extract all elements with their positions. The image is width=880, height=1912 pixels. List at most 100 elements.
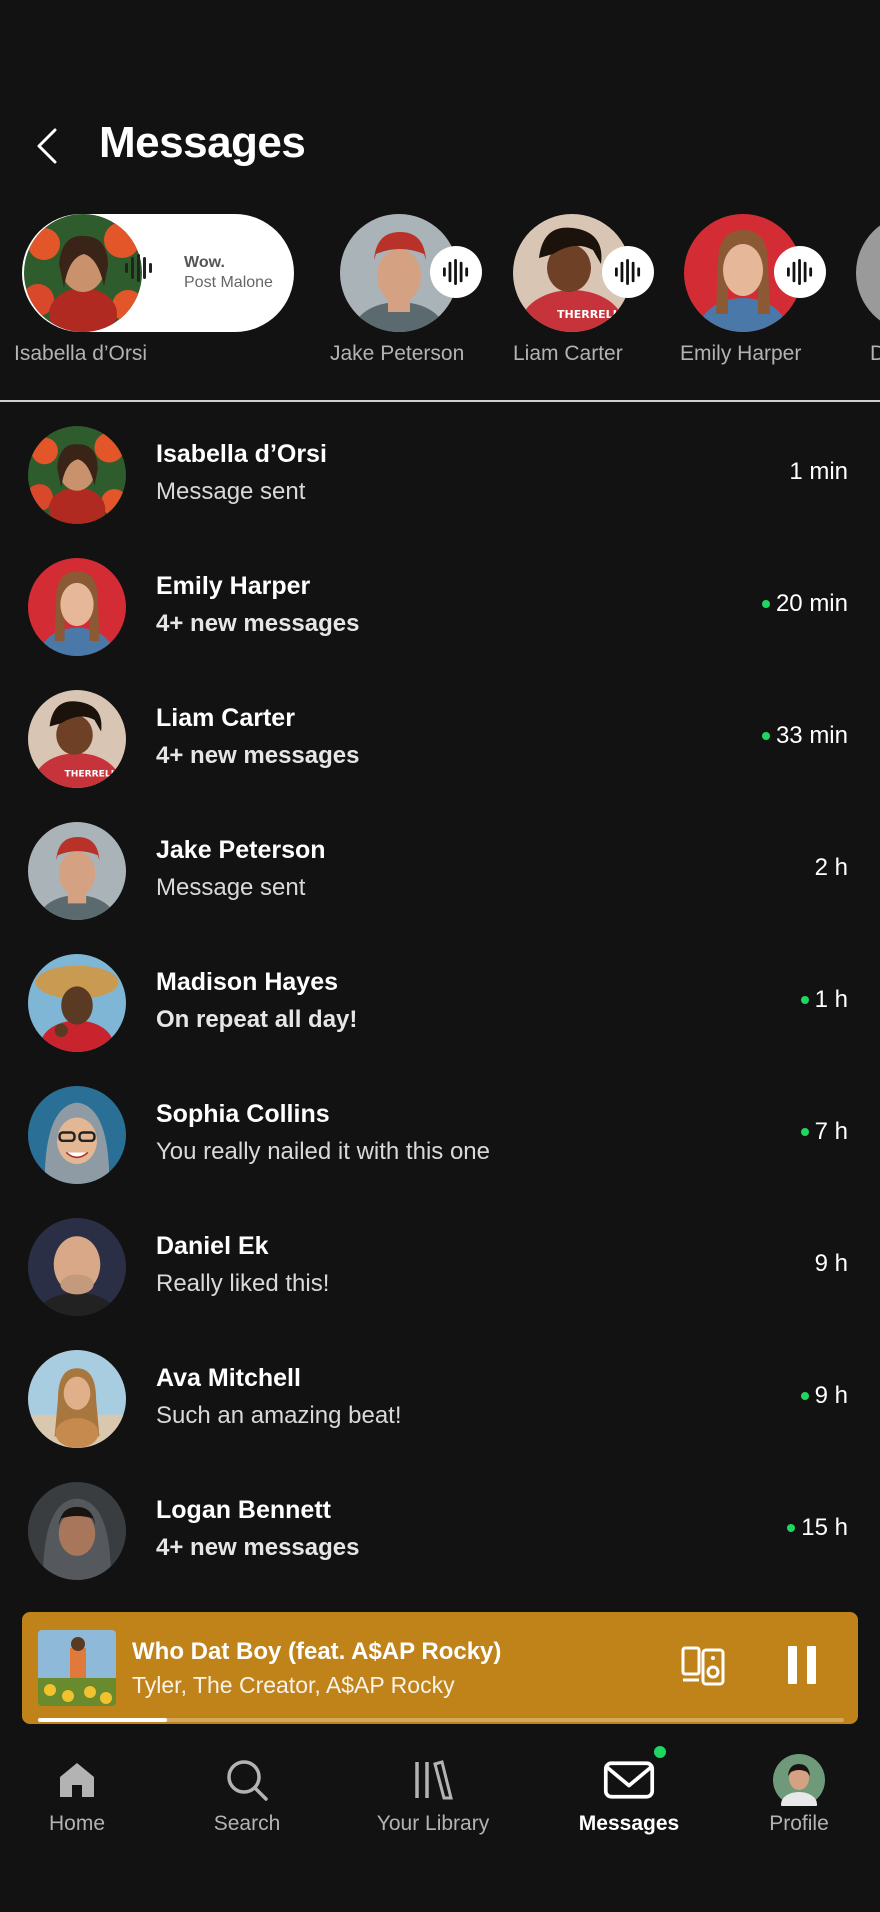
message-list: Isabella d’Orsi Message sent 1 min Emily… xyxy=(0,416,880,1604)
time-text: 9 h xyxy=(814,1250,848,1277)
message-preview: 4+ new messages xyxy=(156,610,360,637)
story-name: Jake Peterson xyxy=(330,342,465,365)
svg-text:THERRELL: THERRELL xyxy=(557,308,620,321)
voice-badge xyxy=(774,246,826,298)
soundwave-icon xyxy=(787,259,813,285)
message-preview: Really liked this! xyxy=(156,1270,330,1297)
nav-label: Messages xyxy=(578,1812,680,1835)
message-row[interactable]: Isabella d’Orsi Message sent 1 min xyxy=(0,416,880,548)
bottom-nav: Home Search Your Library Messages Profil… xyxy=(0,1740,880,1912)
avatar xyxy=(773,1754,825,1806)
message-preview: On repeat all day! xyxy=(156,1006,358,1033)
unread-dot xyxy=(761,732,770,740)
time-text: 20 min xyxy=(775,590,848,617)
contact-name: Jake Peterson xyxy=(156,836,326,864)
avatar xyxy=(28,1086,126,1184)
story-partial[interactable]: D xyxy=(850,212,880,382)
contact-name: Daniel Ek xyxy=(156,1232,269,1260)
search-icon xyxy=(221,1754,273,1806)
message-time: 15 h xyxy=(787,1514,848,1542)
nav-home[interactable]: Home xyxy=(2,1740,152,1850)
message-row[interactable]: Madison Hayes On repeat all day! 1 h xyxy=(0,944,880,1076)
message-preview: 4+ new messages xyxy=(156,742,360,769)
back-button[interactable] xyxy=(26,122,66,170)
home-icon xyxy=(51,1754,103,1806)
unread-dot xyxy=(800,996,809,1004)
avatar xyxy=(856,214,880,332)
story-artist: Post Malone xyxy=(184,274,273,291)
time-text: 33 min xyxy=(775,722,848,749)
story-name: Isabella d’Orsi xyxy=(14,342,148,365)
message-time: 1 min xyxy=(789,458,848,486)
avatar xyxy=(28,954,126,1052)
time-text: 2 h xyxy=(814,854,848,881)
unread-dot xyxy=(787,1524,796,1532)
message-row[interactable]: Daniel Ek Really liked this! 9 h xyxy=(0,1208,880,1340)
contact-name: Isabella d’Orsi xyxy=(156,440,327,468)
speaker-device-icon xyxy=(681,1646,725,1686)
soundwave-icon xyxy=(125,254,152,282)
contact-name: Logan Bennett xyxy=(156,1496,331,1524)
avatar xyxy=(28,822,126,920)
message-time: 1 h xyxy=(800,986,848,1014)
avatar xyxy=(28,558,126,656)
voice-badge xyxy=(602,246,654,298)
time-text: 9 h xyxy=(814,1382,848,1409)
message-time: 33 min xyxy=(761,722,848,750)
story-name: Emily Harper xyxy=(680,342,802,365)
avatar xyxy=(28,426,126,524)
story-active[interactable]: Wow. Post Malone Isabella d’Orsi xyxy=(0,212,300,382)
progress-fill xyxy=(38,1718,167,1722)
nav-messages[interactable]: Messages xyxy=(554,1740,704,1850)
unread-dot xyxy=(800,1128,809,1136)
connect-device-button[interactable] xyxy=(680,1644,726,1688)
message-preview: You really nailed it with this one xyxy=(156,1138,490,1165)
header: Messages xyxy=(0,108,880,184)
time-text: 1 h xyxy=(814,986,848,1013)
nav-label: Home xyxy=(48,1812,106,1835)
nav-search[interactable]: Search xyxy=(172,1740,322,1850)
avatar xyxy=(28,1482,126,1580)
message-preview: Message sent xyxy=(156,874,306,901)
message-time: 2 h xyxy=(815,854,848,882)
message-preview: Such an amazing beat! xyxy=(156,1402,402,1429)
album-art xyxy=(38,1630,116,1706)
nav-library[interactable]: Your Library xyxy=(358,1740,508,1850)
notification-dot xyxy=(654,1746,666,1758)
message-row[interactable]: Ava Mitchell Such an amazing beat! 9 h xyxy=(0,1340,880,1472)
unread-dot xyxy=(761,600,770,608)
contact-name: Sophia Collins xyxy=(156,1100,330,1128)
contact-name: Liam Carter xyxy=(156,704,295,732)
progress-bar[interactable] xyxy=(38,1718,844,1722)
story-emily-harper[interactable]: Emily Harper xyxy=(666,212,826,382)
now-playing-bar[interactable]: Who Dat Boy (feat. A$AP Rocky) Tyler, Th… xyxy=(22,1612,858,1724)
nav-label: Profile xyxy=(769,1812,829,1835)
contact-name: Ava Mitchell xyxy=(156,1364,301,1392)
unread-dot xyxy=(800,1392,809,1400)
message-time: 9 h xyxy=(815,1250,848,1278)
story-song: Wow. xyxy=(184,254,225,271)
soundwave-icon xyxy=(615,259,641,285)
time-text: 1 min xyxy=(789,458,848,485)
time-text: 7 h xyxy=(814,1118,848,1145)
message-preview: Message sent xyxy=(156,478,306,505)
pause-button[interactable] xyxy=(782,1642,822,1688)
message-preview: 4+ new messages xyxy=(156,1534,360,1561)
message-row[interactable]: Logan Bennett 4+ new messages 15 h xyxy=(0,1472,880,1604)
track-title: Who Dat Boy (feat. A$AP Rocky) xyxy=(132,1638,502,1665)
message-row[interactable]: Sophia Collins You really nailed it with… xyxy=(0,1076,880,1208)
contact-name: Madison Hayes xyxy=(156,968,339,996)
story-jake-peterson[interactable]: Jake Peterson xyxy=(320,212,482,382)
nav-label: Search xyxy=(213,1812,281,1835)
story-liam-carter[interactable]: THERRELL Liam Carter xyxy=(495,212,654,382)
message-row[interactable]: Emily Harper 4+ new messages 20 min xyxy=(0,548,880,680)
avatar xyxy=(28,1350,126,1448)
stories-row[interactable]: Wow. Post Malone Isabella d’Orsi Jake Pe… xyxy=(0,212,880,382)
message-row[interactable]: Jake Peterson Message sent 2 h xyxy=(0,812,880,944)
svg-text:THERRELL: THERRELL xyxy=(65,769,117,779)
message-row[interactable]: THERRELL Liam Carter 4+ new messages 33 … xyxy=(0,680,880,812)
message-time: 7 h xyxy=(800,1118,848,1146)
library-icon xyxy=(407,1754,459,1806)
nav-profile[interactable]: Profile xyxy=(724,1740,874,1850)
time-text: 15 h xyxy=(801,1514,848,1541)
